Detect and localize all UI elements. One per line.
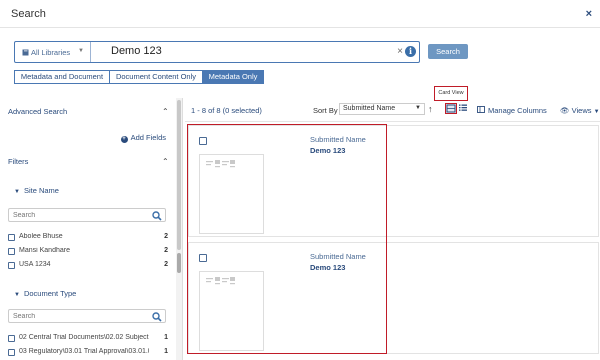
list-item[interactable]: Abolee Bhuse 2 xyxy=(8,233,168,243)
site-name-section-header[interactable]: ▼ Site Name xyxy=(14,186,59,195)
chevron-down-icon: ▼ xyxy=(415,105,421,111)
book-icon xyxy=(22,49,29,56)
option-label: USA 1234 xyxy=(19,261,51,268)
sort-direction-icon[interactable]: ↑ xyxy=(428,104,433,114)
caret-down-icon: ▼ xyxy=(14,189,20,195)
document-thumbnail[interactable] xyxy=(199,154,264,234)
site-name-title: Site Name xyxy=(23,186,59,195)
chevron-down-icon: ▼ xyxy=(78,48,84,54)
checkbox[interactable] xyxy=(8,248,15,255)
close-button[interactable]: × xyxy=(586,8,592,20)
site-name-search-input[interactable] xyxy=(9,209,149,219)
library-select-label: All Libraries xyxy=(31,48,71,57)
list-item[interactable]: 02 Central Trial Documents\02.02 Subject… xyxy=(8,334,168,344)
option-count: 1 xyxy=(164,348,168,355)
results-toolbar: 1 - 8 of 8 (0 selected) Sort By Submitte… xyxy=(185,98,600,122)
tab-metadata-and-document[interactable]: Metadata and Document xyxy=(14,70,110,84)
option-count: 2 xyxy=(164,233,168,240)
option-label: Abolee Bhuse xyxy=(19,233,63,240)
info-icon[interactable]: i xyxy=(405,46,416,57)
select-checkbox[interactable] xyxy=(199,137,207,145)
option-label: 02 Central Trial Documents\02.02 Subject… xyxy=(19,334,149,341)
manage-columns-button[interactable]: Manage Columns xyxy=(477,106,547,115)
option-count: 2 xyxy=(164,247,168,254)
clear-icon[interactable]: × xyxy=(397,46,403,57)
checkbox[interactable] xyxy=(8,234,15,241)
columns-icon xyxy=(477,106,485,113)
tab-metadata-only[interactable]: Metadata Only xyxy=(202,70,264,84)
sort-by-label: Sort By xyxy=(313,106,338,115)
list-item[interactable]: USA 1234 2 xyxy=(8,261,168,271)
views-dropdown[interactable]: 👁 Views ▼ xyxy=(560,106,600,115)
field-value[interactable]: Demo 123 xyxy=(310,263,345,272)
card-view-icon xyxy=(446,104,456,113)
chevron-up-icon[interactable]: ⌃ xyxy=(162,107,169,116)
option-count: 1 xyxy=(164,334,168,341)
select-checkbox[interactable] xyxy=(199,254,207,262)
add-fields-button[interactable]: + Add Fields xyxy=(120,133,166,143)
site-name-search xyxy=(8,208,166,222)
document-thumbnail[interactable] xyxy=(199,271,264,351)
document-preview-icon xyxy=(206,277,235,285)
dialog-title: Search xyxy=(11,8,46,20)
document-type-search-input[interactable] xyxy=(9,310,149,320)
card-view-button[interactable] xyxy=(445,103,457,114)
sidebar-scroll-thumb[interactable] xyxy=(177,100,181,250)
filters-title: Filters xyxy=(8,157,29,166)
list-view-button[interactable] xyxy=(458,103,470,114)
document-type-search xyxy=(8,309,166,323)
sidebar-scroll-thumb-secondary[interactable] xyxy=(177,253,181,273)
option-count: 2 xyxy=(164,261,168,268)
option-label: 03 Regulatory\03.01 Trial Approval\03.01… xyxy=(19,348,149,355)
search-input[interactable] xyxy=(111,45,361,57)
list-item[interactable]: 03 Regulatory\03.01 Trial Approval\03.01… xyxy=(8,348,168,358)
views-label: Views xyxy=(571,106,592,115)
eye-icon: 👁 xyxy=(560,106,570,115)
result-card[interactable]: Submitted Name Demo 123 xyxy=(188,125,599,237)
caret-down-icon: ▼ xyxy=(593,109,600,115)
add-fields-label: Add Fields xyxy=(130,133,166,142)
list-item[interactable]: Mansi Kandhare 2 xyxy=(8,247,168,257)
option-label: Mansi Kandhare xyxy=(19,247,70,254)
list-view-icon xyxy=(459,104,467,111)
library-select[interactable]: All Libraries ▼ xyxy=(15,42,91,62)
checkbox[interactable] xyxy=(8,335,15,342)
field-value[interactable]: Demo 123 xyxy=(310,146,345,155)
tab-document-content-only[interactable]: Document Content Only xyxy=(109,70,203,84)
field-label: Submitted Name xyxy=(310,135,366,144)
search-icon[interactable] xyxy=(152,211,162,221)
advanced-search-panel: Advanced Search ⌃ + Add Fields Filters ⌃ … xyxy=(0,98,183,360)
result-card[interactable]: Submitted Name Demo 123 xyxy=(188,242,599,354)
results-area: Submitted Name Demo 123 Submitted Name D… xyxy=(185,123,600,360)
chevron-up-icon[interactable]: ⌃ xyxy=(162,157,169,166)
search-icon[interactable] xyxy=(152,312,162,322)
document-type-title: Document Type xyxy=(23,289,77,298)
document-type-section-header[interactable]: ▼ Document Type xyxy=(14,289,76,298)
document-preview-icon xyxy=(206,160,235,168)
manage-columns-label: Manage Columns xyxy=(488,106,547,115)
sort-select[interactable]: Submitted Name ▼ xyxy=(339,103,425,115)
checkbox[interactable] xyxy=(8,349,15,356)
plus-circle-icon: + xyxy=(120,136,128,143)
caret-down-icon: ▼ xyxy=(14,292,20,298)
search-bar: All Libraries ▼ × i xyxy=(14,41,420,63)
dialog-header: Search × xyxy=(0,0,600,28)
sort-select-value: Submitted Name xyxy=(343,105,396,112)
checkbox[interactable] xyxy=(8,262,15,269)
search-button[interactable]: Search xyxy=(428,44,468,59)
field-label: Submitted Name xyxy=(310,252,366,261)
advanced-search-title: Advanced Search xyxy=(8,107,68,116)
results-count: 1 - 8 of 8 (0 selected) xyxy=(191,106,262,115)
